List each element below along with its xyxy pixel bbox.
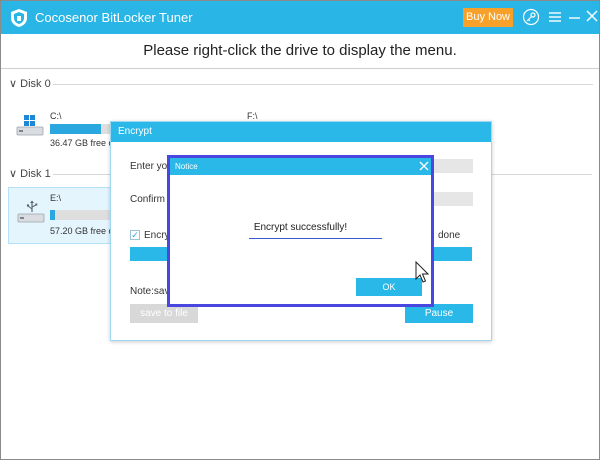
divider xyxy=(1,68,599,69)
message-underline xyxy=(249,238,382,239)
drive-name: C:\ xyxy=(50,111,62,121)
note-label: Note:sav xyxy=(130,286,170,297)
app-window: Cocosenor BitLocker Tuner Buy Now Please… xyxy=(0,0,600,460)
menu-icon[interactable] xyxy=(546,8,564,26)
disk-label: Disk 1 xyxy=(20,168,51,180)
enter-password-label: Enter yo xyxy=(130,161,168,172)
drive-usage-fill xyxy=(50,210,55,220)
disk-divider xyxy=(53,174,110,175)
done-text: done xyxy=(438,230,461,241)
notice-dialog: Notice Encrypt successfully! OK xyxy=(167,155,434,307)
drive-usage-fill xyxy=(50,124,101,134)
disk-divider xyxy=(492,174,592,175)
minimize-icon[interactable] xyxy=(566,8,584,26)
encrypt-checkbox-label: Encry xyxy=(144,230,170,241)
drive-name: E:\ xyxy=(50,193,62,203)
notice-message: Encrypt successfully! xyxy=(253,222,348,233)
instruction-text: Please right-click the drive to display … xyxy=(143,42,457,59)
checkmark-icon: ✓ xyxy=(131,230,139,240)
chevron-down-icon: ∨ xyxy=(9,78,18,90)
drive-c[interactable]: C:\ 36.47 GB free of xyxy=(8,105,118,149)
disk-label: Disk 0 xyxy=(20,78,51,90)
usb-drive-icon xyxy=(17,200,45,223)
confirm-password-input[interactable] xyxy=(433,192,473,206)
app-title: Cocosenor BitLocker Tuner xyxy=(35,10,193,25)
ok-button[interactable]: OK xyxy=(356,278,422,296)
drive-f[interactable]: F:\ xyxy=(241,105,261,121)
title-bar: Cocosenor BitLocker Tuner Buy Now xyxy=(1,1,599,34)
close-icon[interactable] xyxy=(584,8,600,26)
drive-name: F:\ xyxy=(247,111,258,121)
drive-info: 57.20 GB free of xyxy=(50,226,117,236)
enter-password-input[interactable] xyxy=(433,159,473,173)
windows-drive-icon xyxy=(16,115,44,136)
disk-divider xyxy=(53,84,593,85)
disk-1-header[interactable]: ∨ Disk 1 xyxy=(9,167,51,180)
disk-0-header[interactable]: ∨ Disk 0 xyxy=(9,77,51,90)
close-icon[interactable] xyxy=(417,159,431,173)
drive-info: 36.47 GB free of xyxy=(50,138,117,148)
mouse-cursor-icon xyxy=(415,261,430,283)
buy-now-button[interactable]: Buy Now xyxy=(463,8,513,27)
chevron-down-icon: ∨ xyxy=(9,168,18,180)
key-icon[interactable] xyxy=(522,8,540,26)
drive-e[interactable]: E:\ 57.20 GB free of xyxy=(8,187,118,244)
drive-usage-bar xyxy=(50,124,110,134)
app-logo-icon xyxy=(11,9,27,27)
encrypt-checkbox[interactable]: ✓ xyxy=(130,230,140,240)
encrypt-dialog-title: Encrypt xyxy=(111,122,491,142)
notice-dialog-title: Notice xyxy=(170,158,431,175)
drive-usage-bar xyxy=(50,210,110,220)
